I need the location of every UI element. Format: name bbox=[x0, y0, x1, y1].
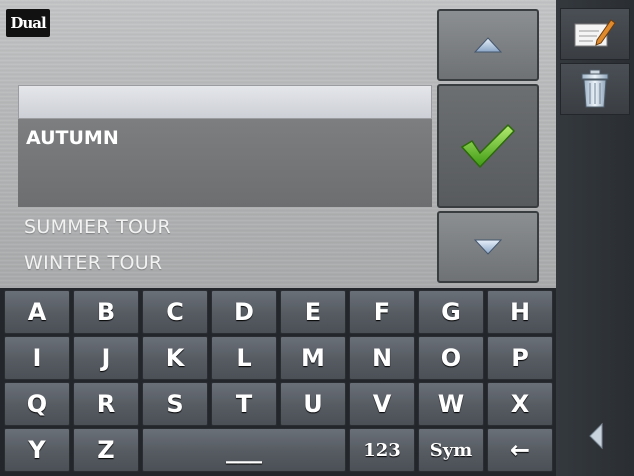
key-d[interactable]: D bbox=[211, 290, 277, 334]
key-e[interactable]: E bbox=[280, 290, 346, 334]
key-x[interactable]: X bbox=[487, 382, 553, 426]
name-input-field[interactable] bbox=[18, 85, 432, 119]
edit-button[interactable] bbox=[560, 8, 630, 60]
key-k[interactable]: K bbox=[142, 336, 208, 380]
key-r[interactable]: R bbox=[73, 382, 139, 426]
key-i[interactable]: I bbox=[4, 336, 70, 380]
back-button[interactable] bbox=[584, 420, 608, 452]
triangle-up-icon bbox=[473, 37, 503, 53]
right-sidebar bbox=[556, 0, 634, 476]
backspace-key[interactable]: ← bbox=[487, 428, 553, 472]
key-h[interactable]: H bbox=[487, 290, 553, 334]
key-o[interactable]: O bbox=[418, 336, 484, 380]
list-item[interactable]: WINTER TOUR bbox=[24, 252, 162, 274]
key-j[interactable]: J bbox=[73, 336, 139, 380]
triangle-down-icon bbox=[473, 239, 503, 255]
edit-note-icon bbox=[574, 19, 616, 47]
screen: Dual AUTUMN SUMMER TOUR WINTER TOUR A B … bbox=[0, 0, 634, 476]
header-panel: Dual AUTUMN SUMMER TOUR WINTER TOUR bbox=[0, 0, 556, 288]
key-u[interactable]: U bbox=[280, 382, 346, 426]
space-key[interactable]: ___ bbox=[142, 428, 346, 472]
list-item-label: AUTUMN bbox=[26, 127, 119, 149]
list-item-selected[interactable]: AUTUMN bbox=[18, 119, 432, 207]
scroll-up-button[interactable] bbox=[437, 9, 539, 81]
key-p[interactable]: P bbox=[487, 336, 553, 380]
scroll-down-button[interactable] bbox=[437, 211, 539, 283]
key-m[interactable]: M bbox=[280, 336, 346, 380]
key-t[interactable]: T bbox=[211, 382, 277, 426]
dual-logo: Dual bbox=[6, 9, 50, 37]
key-b[interactable]: B bbox=[73, 290, 139, 334]
list-item[interactable]: SUMMER TOUR bbox=[24, 216, 171, 238]
key-f[interactable]: F bbox=[349, 290, 415, 334]
key-n[interactable]: N bbox=[349, 336, 415, 380]
delete-button[interactable] bbox=[560, 63, 630, 115]
numbers-key[interactable]: 123 bbox=[349, 428, 415, 472]
green-checkmark-icon bbox=[460, 123, 516, 169]
confirm-button[interactable] bbox=[437, 84, 539, 208]
key-g[interactable]: G bbox=[418, 290, 484, 334]
key-s[interactable]: S bbox=[142, 382, 208, 426]
key-z[interactable]: Z bbox=[73, 428, 139, 472]
key-w[interactable]: W bbox=[418, 382, 484, 426]
key-c[interactable]: C bbox=[142, 290, 208, 334]
key-l[interactable]: L bbox=[211, 336, 277, 380]
key-a[interactable]: A bbox=[4, 290, 70, 334]
triangle-left-icon bbox=[589, 422, 603, 450]
trash-icon bbox=[581, 69, 609, 108]
key-y[interactable]: Y bbox=[4, 428, 70, 472]
key-q[interactable]: Q bbox=[4, 382, 70, 426]
key-v[interactable]: V bbox=[349, 382, 415, 426]
onscreen-keyboard: A B C D E F G H I J K L M N O P Q R S T … bbox=[0, 288, 556, 476]
symbols-key[interactable]: Sym bbox=[418, 428, 484, 472]
